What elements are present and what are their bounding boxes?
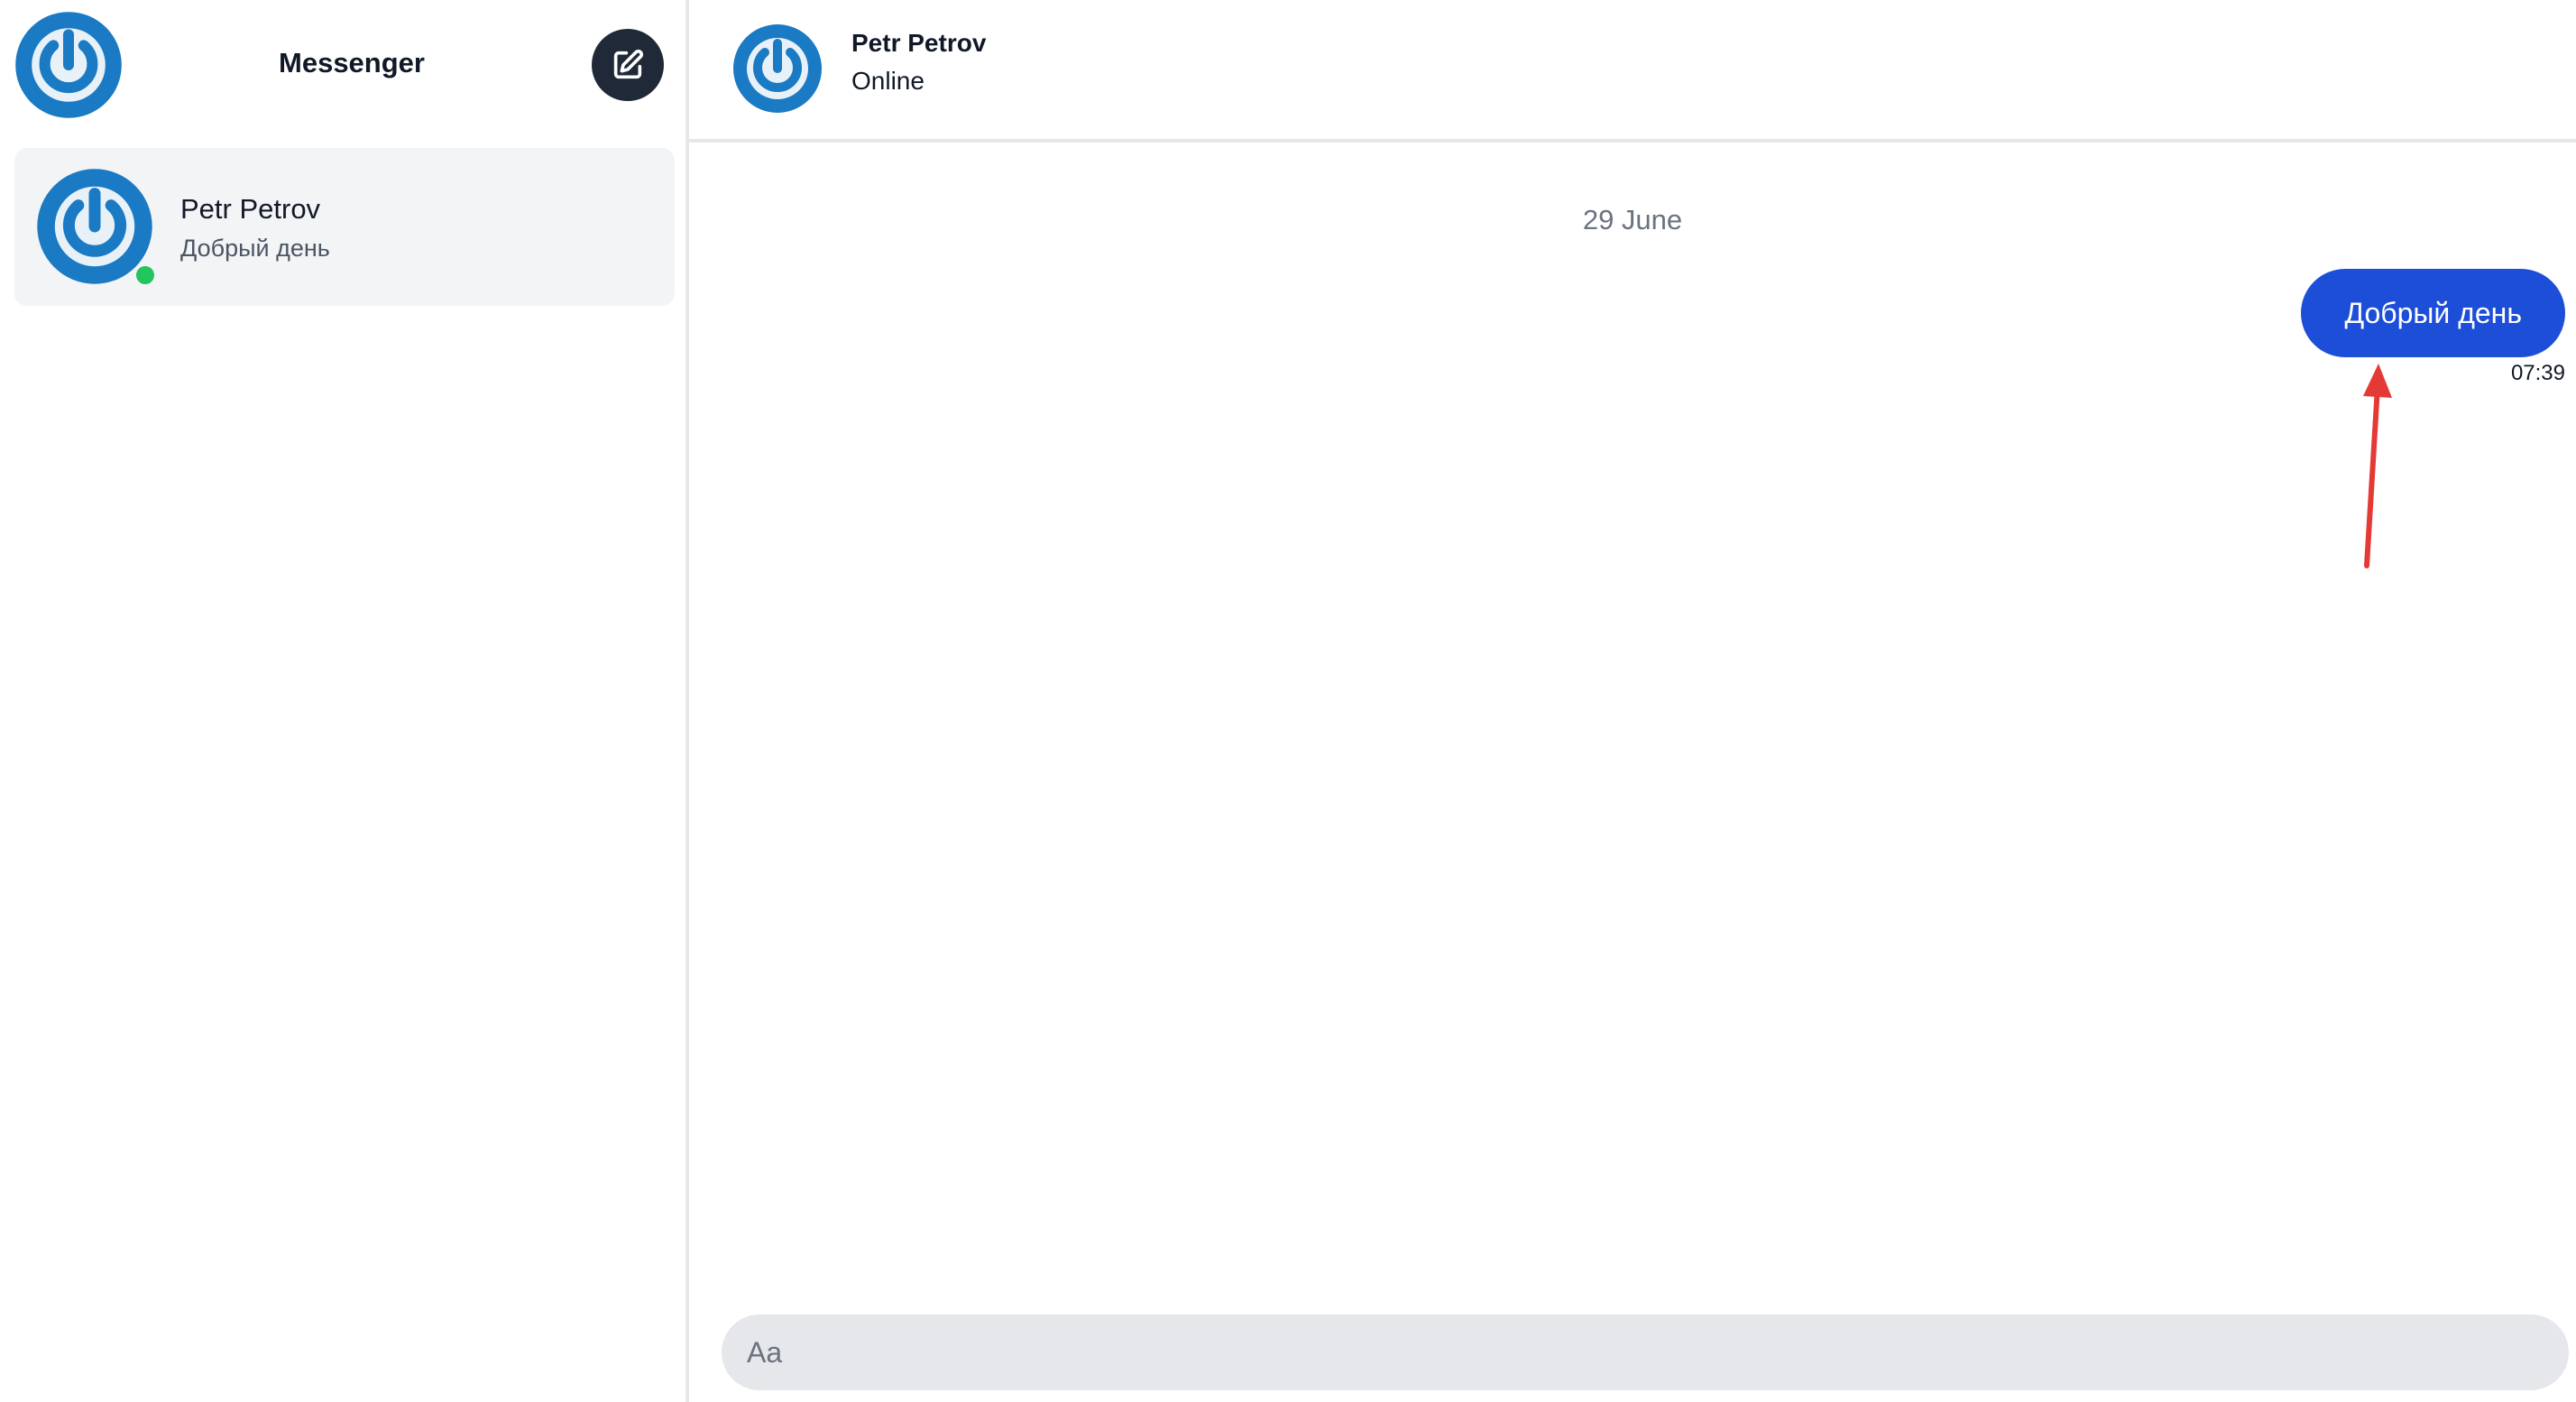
chat-header: Petr Petrov Online bbox=[689, 0, 2576, 143]
compose-button[interactable] bbox=[592, 29, 664, 101]
edit-icon bbox=[613, 49, 644, 79]
conversation-avatar bbox=[36, 168, 157, 287]
conversation-name: Petr Petrov bbox=[180, 193, 321, 225]
messenger-app: Messenger Petr Petrov Добрый день Petr P… bbox=[0, 0, 2576, 1402]
message-composer[interactable] bbox=[722, 1314, 2569, 1390]
online-status-indicator bbox=[133, 263, 157, 287]
chat-contact-name: Petr Petrov bbox=[851, 29, 987, 57]
power-icon[interactable] bbox=[14, 11, 123, 119]
conversation-preview: Добрый день bbox=[180, 235, 330, 262]
power-icon[interactable] bbox=[732, 23, 823, 114]
sidebar-header: Messenger bbox=[0, 0, 685, 135]
sidebar-title: Messenger bbox=[279, 47, 425, 78]
date-divider: 29 June bbox=[1582, 204, 1683, 235]
outgoing-message-bubble[interactable]: Добрый день bbox=[2301, 269, 2565, 357]
conversation-item-petr-petrov[interactable]: Petr Petrov Добрый день bbox=[14, 148, 675, 306]
message-input[interactable] bbox=[722, 1314, 2569, 1390]
sidebar: Messenger Petr Petrov Добрый день bbox=[0, 0, 689, 1402]
chat-contact-status: Online bbox=[851, 67, 925, 95]
chat-panel: Petr Petrov Online 29 June Добрый день 0… bbox=[689, 0, 2576, 1402]
message-timestamp: 07:39 bbox=[2510, 361, 2565, 385]
message-text: Добрый день bbox=[2344, 296, 2522, 329]
